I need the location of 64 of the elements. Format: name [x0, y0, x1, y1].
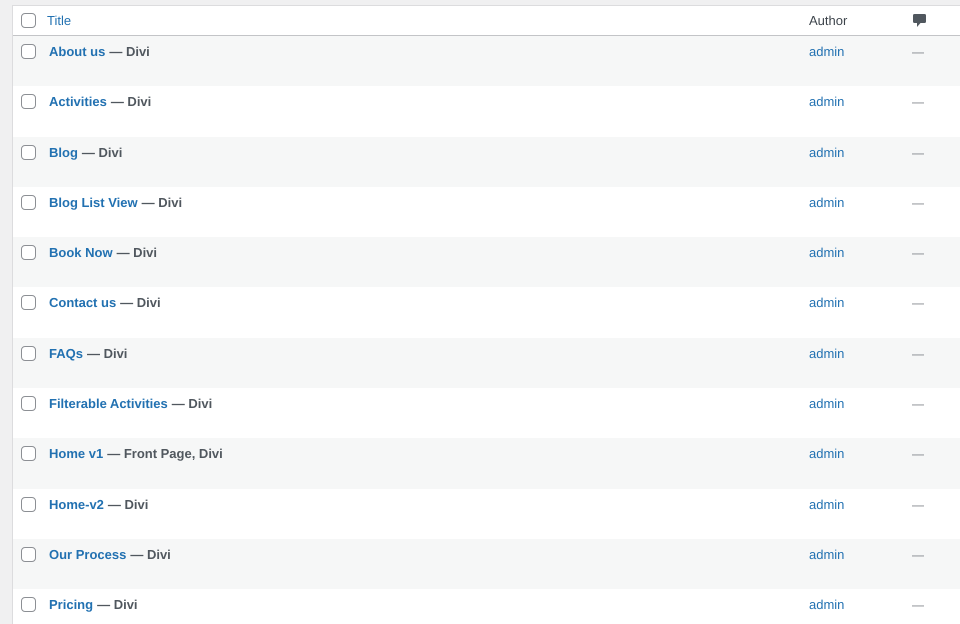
author-link[interactable]: admin: [809, 496, 844, 512]
row-checkbox[interactable]: [21, 396, 36, 412]
author-link[interactable]: admin: [809, 597, 844, 612]
author-link[interactable]: admin: [809, 295, 844, 310]
post-state-label: — Divi: [130, 546, 171, 564]
comment-count: —: [912, 146, 924, 160]
page-title-link[interactable]: Book Now: [49, 244, 113, 262]
comment-count: —: [912, 246, 924, 260]
comment-count: —: [912, 346, 924, 361]
page-title-link[interactable]: Filterable Activities: [49, 395, 168, 414]
page-title-link[interactable]: Contact us: [49, 294, 116, 312]
page-title-link[interactable]: Home-v2: [49, 496, 104, 514]
row-checkbox[interactable]: [21, 546, 36, 562]
author-link[interactable]: admin: [809, 44, 844, 59]
comment-count: —: [912, 196, 924, 210]
post-state-label: — Divi: [109, 43, 150, 61]
page-title-link[interactable]: Blog List View: [49, 194, 138, 212]
select-all-checkbox[interactable]: [21, 13, 36, 28]
row-checkbox[interactable]: [21, 346, 36, 361]
row-checkbox[interactable]: [21, 144, 36, 160]
post-state-label: — Divi: [142, 194, 182, 212]
page-title-link[interactable]: Blog: [49, 144, 78, 162]
page-title-link[interactable]: Activities: [49, 93, 107, 112]
post-state-label: — Divi: [108, 496, 148, 514]
comment-count: —: [912, 45, 924, 59]
comment-count: —: [912, 296, 924, 310]
row-checkbox[interactable]: [21, 94, 36, 110]
author-link[interactable]: admin: [809, 94, 844, 110]
author-link[interactable]: admin: [809, 446, 844, 462]
author-link[interactable]: admin: [809, 346, 844, 361]
post-state-label: — Divi: [116, 244, 158, 262]
post-state-label: — Divi: [97, 596, 138, 614]
comment-count: —: [912, 498, 924, 512]
author-link[interactable]: admin: [809, 546, 844, 562]
row-checkbox[interactable]: [21, 496, 36, 512]
page-title-link[interactable]: FAQs: [49, 344, 83, 363]
comment-bubble-icon: [913, 14, 926, 27]
comment-count: —: [912, 447, 924, 462]
comment-count: —: [912, 598, 924, 612]
comment-count: —: [912, 548, 924, 562]
author-link[interactable]: admin: [809, 245, 844, 260]
row-checkbox[interactable]: [21, 446, 36, 462]
row-checkbox[interactable]: [21, 194, 36, 210]
post-state-label: — Divi: [120, 294, 161, 312]
author-link[interactable]: admin: [809, 396, 844, 412]
comment-count: —: [912, 397, 924, 412]
author-link[interactable]: admin: [809, 144, 844, 160]
page-title-link[interactable]: Our Process: [49, 546, 126, 564]
post-state-label: — Divi: [86, 344, 128, 363]
title-sort-link[interactable]: Title: [47, 12, 72, 28]
page-title-link[interactable]: Home v1: [49, 445, 104, 464]
post-state-label: — Divi: [172, 395, 212, 414]
author-column-header: Author: [809, 12, 848, 28]
author-link[interactable]: admin: [809, 194, 844, 210]
row-checkbox[interactable]: [21, 245, 36, 260]
page-title-link[interactable]: Pricing: [49, 596, 94, 614]
post-state-label: — Front Page, Divi: [107, 445, 223, 464]
post-state-label: — Divi: [82, 144, 122, 162]
comment-count: —: [912, 95, 924, 110]
row-checkbox[interactable]: [21, 44, 36, 59]
post-state-label: — Divi: [110, 93, 152, 112]
page-title-link[interactable]: About us: [49, 43, 106, 61]
row-checkbox[interactable]: [21, 295, 36, 310]
row-checkbox[interactable]: [21, 597, 36, 612]
